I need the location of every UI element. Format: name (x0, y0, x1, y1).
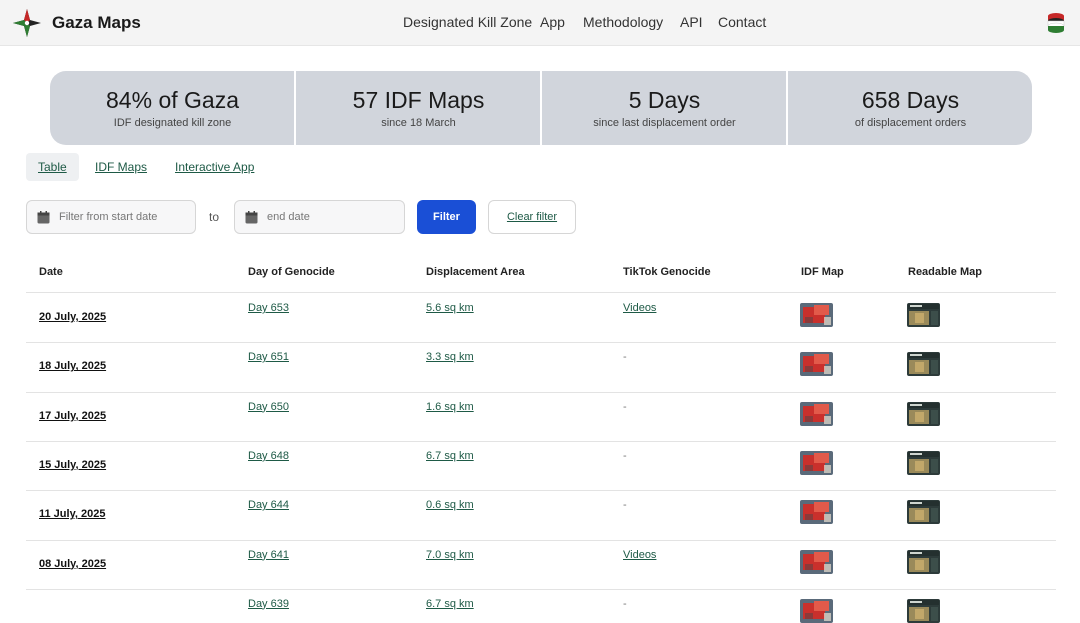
row-divider (26, 539, 1056, 541)
stat-subtitle: since last displacement order (593, 117, 736, 129)
column-header-readable-map[interactable]: Readable Map (908, 266, 982, 278)
stat-value: 84% of Gaza (106, 87, 239, 113)
tab-interactive-app[interactable]: Interactive App (163, 153, 266, 181)
nav-link-contact[interactable]: Contact (718, 14, 766, 30)
nav-link-api[interactable]: API (680, 14, 703, 30)
row-area-link[interactable]: 0.6 sq km (426, 499, 474, 511)
idf-map-thumbnail[interactable] (800, 303, 833, 327)
idf-map-thumbnail[interactable] (800, 549, 833, 574)
database-icon[interactable] (1046, 12, 1066, 34)
idf-map-thumbnail[interactable] (800, 401, 833, 426)
column-header-date[interactable]: Date (39, 266, 63, 278)
column-header-idf-map[interactable]: IDF Map (801, 266, 844, 278)
end-date-input[interactable]: end date (234, 200, 405, 234)
row-day-link[interactable]: Day 648 (248, 450, 289, 462)
row-date-link[interactable]: 15 July, 2025 (39, 459, 106, 471)
row-day-link[interactable]: Day 653 (248, 302, 289, 314)
idf-map-thumbnail[interactable] (800, 352, 833, 377)
nav-link-methodology[interactable]: Methodology (583, 14, 663, 30)
row-tiktok-empty: - (623, 400, 627, 413)
tab-idf-maps[interactable]: IDF Maps (83, 153, 159, 181)
to-label: to (209, 210, 220, 224)
row-area-link[interactable]: 5.6 sq km (426, 302, 474, 314)
row-area-link[interactable]: 7.0 sq km (426, 549, 474, 561)
top-navbar: Gaza Maps Designated Kill Zone App Metho… (0, 0, 1080, 46)
row-area-link[interactable]: 6.7 sq km (426, 450, 474, 462)
row-tiktok-link[interactable]: Videos (623, 549, 656, 561)
stat-subtitle: since 18 March (381, 117, 456, 129)
row-area-link[interactable]: 1.6 sq km (426, 401, 474, 413)
row-day-link[interactable]: Day 644 (248, 499, 289, 511)
readable-map-thumbnail[interactable] (907, 500, 940, 525)
calendar-icon (245, 211, 258, 224)
row-day-link[interactable]: Day 651 (248, 351, 289, 363)
nav-link-app[interactable]: App (540, 14, 565, 30)
stat-idf-maps: 57 IDF Maps since 18 March (296, 71, 541, 145)
brand-title[interactable]: Gaza Maps (52, 13, 141, 33)
readable-map-thumbnail[interactable] (907, 598, 940, 623)
row-tiktok-empty: - (623, 351, 627, 364)
stat-subtitle: IDF designated kill zone (113, 117, 232, 129)
row-divider (26, 490, 1056, 492)
stat-value: 658 Days (861, 87, 960, 113)
readable-map-thumbnail[interactable] (907, 450, 940, 475)
stat-displacement-days: 658 Days of displacement orders (788, 71, 1032, 145)
tab-table[interactable]: Table (26, 153, 79, 181)
idf-map-thumbnail[interactable] (800, 598, 833, 623)
row-day-link[interactable]: Day 641 (248, 549, 289, 561)
stat-last-displacement: 5 Days since last displacement order (542, 71, 787, 145)
stat-kill-zone: 84% of Gaza IDF designated kill zone (50, 71, 295, 145)
row-area-link[interactable]: 3.3 sq km (426, 351, 474, 363)
start-date-placeholder: Filter from start date (59, 211, 158, 223)
start-date-input[interactable]: Filter from start date (26, 200, 196, 234)
table-header-divider (26, 292, 1056, 293)
row-tiktok-empty: - (623, 499, 627, 512)
readable-map-thumbnail[interactable] (907, 352, 940, 377)
readable-map-thumbnail[interactable] (907, 303, 940, 327)
calendar-icon (37, 211, 50, 224)
row-date-link[interactable]: 18 July, 2025 (39, 360, 106, 372)
stats-banner: 84% of Gaza IDF designated kill zone 57 … (50, 71, 1032, 145)
readable-map-thumbnail[interactable] (907, 401, 940, 426)
column-header-tiktok[interactable]: TikTok Genocide (623, 266, 711, 278)
end-date-placeholder: end date (267, 211, 310, 223)
readable-map-thumbnail[interactable] (907, 549, 940, 574)
row-divider (26, 440, 1056, 442)
nav-link-designated-kill-zone[interactable]: Designated Kill Zone (403, 14, 532, 30)
stat-value: 5 Days (628, 87, 701, 113)
row-date-link[interactable]: 08 July, 2025 (39, 558, 106, 570)
column-header-day[interactable]: Day of Genocide (248, 266, 335, 278)
idf-map-thumbnail[interactable] (800, 450, 833, 475)
row-tiktok-link[interactable]: Videos (623, 302, 656, 314)
row-divider (26, 342, 1056, 344)
row-date-link[interactable]: 11 July, 2025 (39, 508, 105, 520)
clear-filter-button[interactable]: Clear filter (488, 200, 576, 234)
row-date-link[interactable]: 20 July, 2025 (39, 311, 106, 323)
stat-value: 57 IDF Maps (352, 87, 485, 113)
column-header-area[interactable]: Displacement Area (426, 266, 525, 278)
row-divider (26, 391, 1056, 393)
star-logo-icon[interactable] (12, 8, 42, 38)
row-date-link[interactable]: 17 July, 2025 (39, 410, 106, 422)
stat-subtitle: of displacement orders (854, 117, 967, 129)
row-tiktok-empty: - (623, 449, 627, 462)
row-day-link[interactable]: Day 650 (248, 401, 289, 413)
filter-button[interactable]: Filter (417, 200, 476, 234)
idf-map-thumbnail[interactable] (800, 500, 833, 525)
row-divider (26, 588, 1056, 590)
